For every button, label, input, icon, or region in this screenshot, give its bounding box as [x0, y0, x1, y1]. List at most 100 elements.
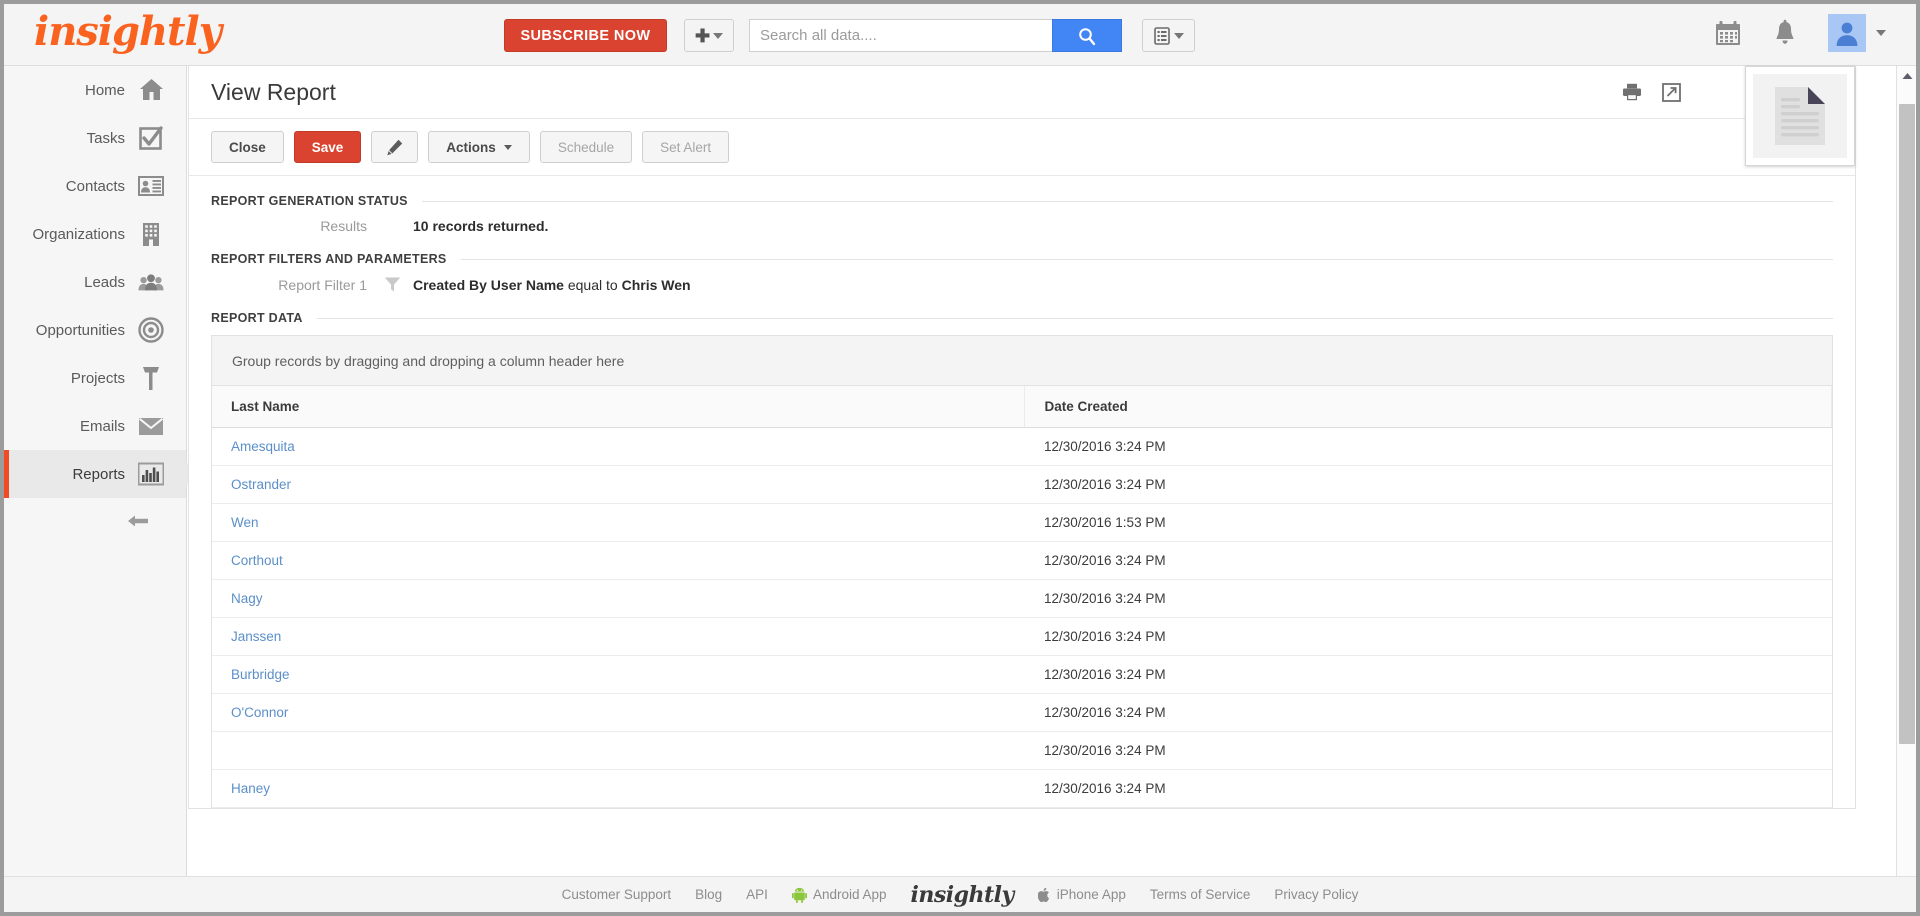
- last-name-link[interactable]: Wen: [231, 515, 259, 530]
- scrollbar-track[interactable]: [1897, 86, 1917, 892]
- add-new-button[interactable]: ✚: [684, 19, 734, 52]
- cell-date-created: 12/30/2016 3:24 PM: [1024, 465, 1832, 504]
- scroll-up-arrow-icon[interactable]: [1897, 66, 1917, 86]
- document-drag-preview[interactable]: [1745, 66, 1855, 166]
- filter-value: Chris Wen: [621, 276, 691, 293]
- report-toolbar: Close Save Actions Schedule Set Alert: [189, 119, 1855, 176]
- results-label: Results: [320, 218, 367, 234]
- cell-date-created: 12/30/2016 1:53 PM: [1024, 503, 1832, 542]
- sidebar-item-home[interactable]: Home: [4, 66, 186, 114]
- table-row: Nagy 12/30/2016 3:24 PM: [212, 579, 1832, 618]
- sidebar-item-reports[interactable]: Reports: [4, 450, 200, 498]
- table-row: 12/30/2016 3:24 PM: [212, 731, 1832, 770]
- close-button[interactable]: Close: [211, 131, 284, 163]
- search-button[interactable]: [1052, 19, 1122, 52]
- footer-link-terms-of-service[interactable]: Terms of Service: [1150, 887, 1251, 902]
- cell-last-name: Amesquita: [212, 427, 1025, 466]
- group-by-dropzone[interactable]: Group records by dragging and dropping a…: [212, 336, 1832, 386]
- sidebar-item-label: Organizations: [32, 225, 125, 243]
- android-icon: [791, 887, 807, 903]
- table-row: Janssen 12/30/2016 3:24 PM: [212, 617, 1832, 656]
- top-navigation-bar: insightly SUBSCRIBE NOW ✚: [4, 4, 1916, 66]
- people-icon: [138, 269, 164, 295]
- save-button[interactable]: Save: [293, 131, 362, 163]
- last-name-link[interactable]: Burbridge: [231, 667, 290, 682]
- last-name-link[interactable]: Janssen: [231, 629, 281, 644]
- footer-insightly-logo[interactable]: insightly: [911, 882, 1015, 908]
- set-alert-button[interactable]: Set Alert: [642, 131, 730, 163]
- cell-last-name: Burbridge: [212, 655, 1025, 694]
- chevron-down-icon: [1173, 32, 1184, 39]
- report-filter-row: Report Filter 1 Created By User Name equ…: [211, 276, 1833, 293]
- sidebar-item-label: Reports: [72, 465, 125, 483]
- last-name-link[interactable]: O'Connor: [231, 705, 288, 720]
- actions-button-label: Actions: [446, 139, 496, 155]
- bell-icon[interactable]: [1772, 19, 1798, 47]
- cell-last-name: Nagy: [212, 579, 1025, 618]
- document-drag-preview-inner: [1753, 74, 1847, 158]
- footer-link-android-app[interactable]: Android App: [791, 887, 887, 903]
- apple-icon: [1037, 887, 1049, 902]
- footer-link-iphone-app[interactable]: iPhone App: [1037, 887, 1126, 903]
- last-name-link[interactable]: Nagy: [231, 591, 263, 606]
- cell-last-name: [212, 731, 1025, 770]
- footer-link-blog[interactable]: Blog: [695, 887, 722, 902]
- sidebar-collapse-button[interactable]: [4, 498, 186, 544]
- sidebar-item-label: Projects: [70, 369, 125, 387]
- plus-icon: ✚: [694, 25, 711, 46]
- calendar-icon[interactable]: [1714, 19, 1742, 47]
- table-row: Amesquita 12/30/2016 3:24 PM: [212, 427, 1832, 466]
- section-title: REPORT DATA: [211, 311, 303, 325]
- top-right-actions: [1714, 14, 1886, 52]
- cell-last-name: Corthout: [212, 541, 1025, 580]
- sidebar-item-tasks[interactable]: Tasks: [4, 114, 186, 162]
- report-body: REPORT GENERATION STATUS Results 10 reco…: [189, 176, 1855, 808]
- user-menu-chevron-down-icon[interactable]: [1876, 30, 1886, 36]
- edit-button[interactable]: [371, 131, 419, 163]
- column-header-date-created[interactable]: Date Created: [1024, 386, 1832, 428]
- user-avatar-button[interactable]: [1828, 14, 1866, 52]
- pencil-icon: [387, 139, 403, 155]
- schedule-button[interactable]: Schedule: [539, 131, 633, 163]
- cell-last-name: O'Connor: [212, 693, 1025, 732]
- hammer-icon: [138, 365, 164, 391]
- last-name-link[interactable]: Amesquita: [231, 439, 295, 454]
- subscribe-now-button[interactable]: SUBSCRIBE NOW: [504, 19, 667, 52]
- sidebar-item-emails[interactable]: Emails: [4, 402, 186, 450]
- open-in-new-window-icon[interactable]: [1662, 82, 1681, 102]
- sidebar-item-organizations[interactable]: Organizations: [4, 210, 186, 258]
- actions-button[interactable]: Actions: [428, 131, 530, 163]
- document-page-icon: [1775, 87, 1825, 145]
- sidebar-item-label: Leads: [84, 273, 125, 291]
- search-input[interactable]: [749, 19, 1052, 52]
- section-divider: [460, 258, 1833, 260]
- cell-date-created: 12/30/2016 3:24 PM: [1024, 655, 1832, 694]
- column-header-last-name[interactable]: Last Name: [212, 386, 1026, 428]
- last-name-link[interactable]: Corthout: [231, 553, 283, 568]
- vertical-scrollbar[interactable]: [1896, 66, 1916, 912]
- sidebar-item-opportunities[interactable]: Opportunities: [4, 306, 186, 354]
- footer-link-api[interactable]: API: [746, 887, 768, 902]
- sidebar-item-contacts[interactable]: Contacts: [4, 162, 186, 210]
- footer-link-privacy-policy[interactable]: Privacy Policy: [1274, 887, 1358, 902]
- building-icon: [138, 221, 164, 247]
- insightly-logo[interactable]: insightly: [34, 8, 222, 55]
- sidebar-item-projects[interactable]: Projects: [4, 354, 186, 402]
- section-divider: [421, 200, 1833, 202]
- card-header-actions: [1622, 82, 1681, 102]
- scrollbar-thumb[interactable]: [1899, 104, 1915, 744]
- report-data-heading: REPORT DATA: [211, 311, 1833, 325]
- sidebar-item-leads[interactable]: Leads: [4, 258, 186, 306]
- report-filter-label: Report Filter 1: [278, 276, 367, 293]
- table-row: O'Connor 12/30/2016 3:24 PM: [212, 693, 1832, 732]
- results-value: 10 records returned.: [413, 218, 549, 234]
- contact-card-icon: [138, 173, 164, 199]
- report-selector-button[interactable]: [1142, 19, 1195, 52]
- table-row: Ostrander 12/30/2016 3:24 PM: [212, 465, 1832, 504]
- print-icon[interactable]: [1622, 83, 1642, 101]
- footer-link-customer-support[interactable]: Customer Support: [562, 887, 672, 902]
- last-name-link[interactable]: Ostrander: [231, 477, 291, 492]
- cell-date-created: 12/30/2016 3:24 PM: [1024, 427, 1832, 466]
- cell-last-name: Wen: [212, 503, 1025, 542]
- last-name-link[interactable]: Haney: [231, 781, 270, 796]
